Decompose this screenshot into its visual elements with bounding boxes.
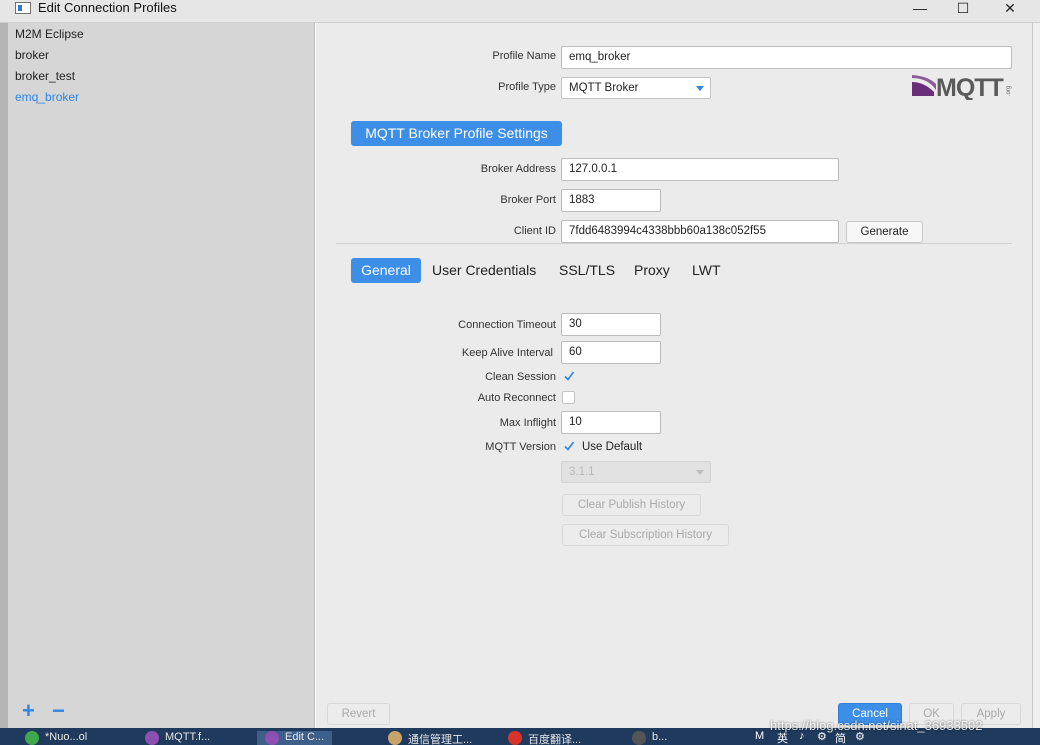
section-divider xyxy=(336,243,1012,244)
taskbar-item-label: Edit C... xyxy=(285,731,325,743)
taskbar-item-label: 百度翻译... xyxy=(528,734,582,745)
clear-publish-history-button[interactable]: Clear Publish History xyxy=(562,494,701,516)
client-id-label: Client ID xyxy=(513,225,556,237)
use-default-label: Use Default xyxy=(582,441,643,453)
max-inflight-label: Max Inflight xyxy=(499,417,556,429)
checkmark-icon xyxy=(564,441,575,451)
broker-settings-section-title: MQTT Broker Profile Settings xyxy=(351,121,562,146)
chevron-down-icon xyxy=(696,470,704,475)
remove-profile-button[interactable]: − xyxy=(52,700,65,722)
max-inflight-input[interactable]: 10 xyxy=(561,411,661,434)
close-button[interactable]: ✕ xyxy=(990,0,1030,18)
app-icon xyxy=(508,731,522,745)
tab-ssl-tls[interactable]: SSL/TLS xyxy=(559,258,615,283)
profile-name-label: Profile Name xyxy=(492,50,556,62)
tab-proxy[interactable]: Proxy xyxy=(634,258,670,283)
profile-item-m2m-eclipse[interactable]: M2M Eclipse xyxy=(15,27,84,41)
profile-type-select[interactable]: MQTT Broker xyxy=(561,77,711,99)
mqtt-logo: MQTT .org xyxy=(912,74,1012,102)
app-icon xyxy=(632,731,646,745)
mqtt-version-select[interactable]: 3.1.1 xyxy=(561,461,711,483)
tray-ime-icon[interactable]: M xyxy=(755,730,764,742)
mqtt-logo-text: MQTT xyxy=(936,74,1004,100)
profile-item-broker-test[interactable]: broker_test xyxy=(15,69,75,83)
client-id-input[interactable]: 7fdd6483994c4338bbb60a138c052f55 xyxy=(561,220,839,243)
taskbar-item-label: b... xyxy=(652,731,668,743)
watermark-text: https://blog.csdn.net/sinat_36933502 xyxy=(770,718,983,733)
clean-session-label: Clean Session xyxy=(485,371,556,383)
taskbar-item[interactable]: Edit C... xyxy=(257,731,333,745)
generate-button[interactable]: Generate xyxy=(846,221,923,243)
taskbar-item[interactable]: b... xyxy=(632,731,667,745)
taskbar-item[interactable]: 百度翻译... xyxy=(508,731,581,745)
revert-button[interactable]: Revert xyxy=(327,703,390,725)
minimize-button[interactable]: — xyxy=(900,0,940,18)
mqtt-version-label: MQTT Version xyxy=(485,441,556,453)
window-title: Edit Connection Profiles xyxy=(38,0,177,15)
add-profile-button[interactable]: + xyxy=(22,700,35,722)
tab-user-credentials[interactable]: User Credentials xyxy=(432,258,536,283)
app-icon xyxy=(265,731,279,745)
taskbar-item[interactable]: 通信管理工... xyxy=(388,731,472,745)
taskbar-item[interactable]: *Nuo...ol xyxy=(25,731,87,745)
profile-type-label: Profile Type xyxy=(498,81,556,93)
connection-timeout-input[interactable]: 30 xyxy=(561,313,661,336)
broker-address-input[interactable]: 127.0.0.1 xyxy=(561,158,839,181)
taskbar-item-label: *Nuo...ol xyxy=(45,731,88,743)
taskbar-item-label: 通信管理工... xyxy=(408,734,473,745)
keep-alive-label: Keep Alive Interval xyxy=(461,347,553,359)
profile-editor: Profile Name emq_broker Profile Type MQT… xyxy=(316,23,1032,728)
mqtt-version-value: 3.1.1 xyxy=(569,466,595,478)
keep-alive-input[interactable]: 60 xyxy=(561,341,661,364)
taskbar-item-label: MQTT.f... xyxy=(165,731,211,743)
broker-address-label: Broker Address xyxy=(480,163,556,175)
tab-lwt[interactable]: LWT xyxy=(692,258,721,283)
auto-reconnect-checkbox[interactable] xyxy=(562,391,575,404)
profile-type-value: MQTT Broker xyxy=(569,82,639,94)
mqtt-logo-sub: .org xyxy=(1006,86,1012,96)
maximize-button[interactable]: ☐ xyxy=(943,0,983,18)
use-default-checkbox[interactable] xyxy=(562,440,575,453)
profiles-sidebar: M2M Eclipse broker broker_test emq_broke… xyxy=(8,23,315,728)
broker-port-input[interactable]: 1883 xyxy=(561,189,661,212)
clean-session-checkbox[interactable] xyxy=(562,370,575,383)
clear-subscription-history-button[interactable]: Clear Subscription History xyxy=(562,524,729,546)
window-titlebar: Edit Connection Profiles — ☐ ✕ xyxy=(0,0,1040,23)
profile-item-emq-broker[interactable]: emq_broker xyxy=(15,90,79,104)
broker-port-label: Broker Port xyxy=(500,194,556,206)
app-icon xyxy=(388,731,402,745)
app-icon xyxy=(25,731,39,745)
tab-general[interactable]: General xyxy=(351,258,421,283)
app-icon xyxy=(145,731,159,745)
profile-item-broker[interactable]: broker xyxy=(15,48,49,62)
window-frame-left xyxy=(0,23,8,728)
connection-timeout-label: Connection Timeout xyxy=(458,319,556,331)
auto-reconnect-label: Auto Reconnect xyxy=(477,392,556,404)
app-icon xyxy=(15,2,31,14)
checkmark-icon xyxy=(564,371,575,381)
profile-name-input[interactable]: emq_broker xyxy=(561,46,1012,69)
chevron-down-icon xyxy=(696,86,704,91)
window-frame-right xyxy=(1032,23,1040,728)
taskbar-item[interactable]: MQTT.f... xyxy=(145,731,210,745)
